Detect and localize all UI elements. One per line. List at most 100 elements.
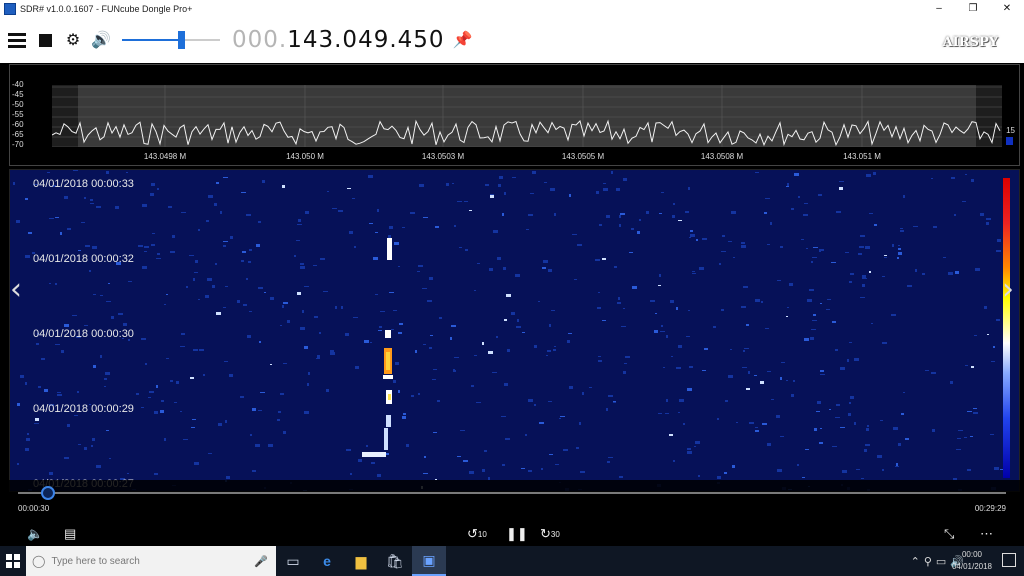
- waterfall-speckle: [847, 359, 849, 362]
- waterfall-speckle: [512, 177, 516, 178]
- waterfall-speckle: [687, 448, 691, 450]
- pause-icon[interactable]: ❚❚: [506, 526, 528, 542]
- stop-icon[interactable]: [34, 29, 56, 51]
- volume-thumb[interactable]: [178, 31, 186, 49]
- sdr-app-taskbar-icon[interactable]: ▣: [412, 546, 446, 576]
- waterfall-speckle: [663, 367, 665, 368]
- waterfall-speckle: [532, 171, 536, 174]
- waterfall-speckle: [57, 392, 61, 393]
- waterfall-speckle: [96, 465, 101, 468]
- waterfall-speckle: [471, 385, 474, 387]
- waterfall-speckle: [933, 226, 937, 228]
- waterfall-speckle: [579, 422, 581, 425]
- frequency-display[interactable]: 000.143.049.450: [232, 27, 445, 53]
- waterfall-speckle: [672, 215, 675, 218]
- waterfall-speckle: [543, 260, 548, 263]
- windows-start-icon[interactable]: [0, 546, 26, 576]
- pin-icon[interactable]: 📌: [453, 30, 473, 50]
- waterfall-speckle: [521, 468, 525, 469]
- waterfall-speckle: [686, 336, 690, 337]
- waterfall-speckle: [629, 252, 633, 253]
- waterfall-speckle: [57, 394, 62, 396]
- waterfall-speckle: [580, 471, 585, 473]
- waterfall-display[interactable]: 04/01/2018 00:00:33 04/01/2018 00:00:32 04…: [9, 169, 1020, 492]
- waterfall-speckle: [243, 304, 247, 306]
- exit-fullscreen-icon[interactable]: ⤡: [944, 526, 954, 542]
- waterfall-speckle: [484, 450, 487, 452]
- volume-fill: [122, 39, 183, 41]
- captions-icon[interactable]: ▤: [64, 526, 76, 542]
- waterfall-speckle: [996, 251, 1001, 252]
- waterfall-speckle: [160, 410, 164, 413]
- waterfall-speckle: [903, 195, 905, 198]
- waterfall-speckle: [218, 423, 222, 426]
- spectrum-analyzer[interactable]: -40 -45 -50 -55 -60 -65 -70 143.0498 M 143.050 …: [9, 64, 1020, 166]
- waterfall-speckle: [91, 445, 93, 447]
- spectrum-x-label: 143.0505 M: [561, 152, 605, 161]
- waterfall-speckle: [993, 346, 995, 348]
- next-arrow-icon[interactable]: ›: [1002, 272, 1014, 307]
- waterfall-speckle: [199, 349, 204, 351]
- waterfall-speckle: [984, 306, 987, 309]
- chevron-up-icon[interactable]: ⌃: [911, 555, 920, 568]
- waterfall-speckle: [676, 367, 681, 369]
- network-icon[interactable]: ⚲: [924, 555, 932, 568]
- waterfall-speckle: [320, 258, 325, 260]
- waterfall-speckle: [74, 415, 78, 416]
- waterfall-speckle: [832, 321, 836, 323]
- spectrum-x-label: 143.0498 M: [143, 152, 187, 161]
- waterfall-speckle: [427, 300, 432, 302]
- waterfall-speckle: [856, 469, 860, 470]
- waterfall-speckle: [181, 212, 186, 213]
- waterfall-speckle: [142, 204, 147, 207]
- maximize-button[interactable]: ❐: [956, 0, 990, 17]
- notifications-icon[interactable]: [1002, 553, 1016, 567]
- waterfall-speckle: [164, 438, 166, 441]
- edge-browser-icon[interactable]: e: [310, 546, 344, 576]
- waterfall-speckle: [827, 299, 831, 300]
- waterfall-speckle: [741, 245, 746, 248]
- waterfall-speckle: [451, 325, 456, 327]
- waterfall-speckle: [606, 408, 608, 411]
- waterfall-speckle: [891, 314, 896, 316]
- seek-thumb[interactable]: [40, 486, 55, 500]
- waterfall-speckle: [854, 358, 859, 361]
- waterfall-speckle: [237, 300, 240, 303]
- spectrum-plot[interactable]: [52, 85, 1002, 147]
- skip-back-button[interactable]: ↺ 10: [467, 526, 487, 542]
- waterfall-speckle: [777, 280, 781, 281]
- store-icon[interactable]: 🛍: [378, 546, 412, 576]
- more-options-icon[interactable]: ⋯: [980, 526, 993, 542]
- microphone-icon[interactable]: 🎤: [254, 555, 268, 568]
- taskbar-clock[interactable]: 00:00 04/01/2018: [952, 549, 992, 573]
- waterfall-speckle: [319, 332, 321, 334]
- waterfall-speckle: [608, 395, 613, 397]
- waterfall-speckle: [637, 231, 640, 234]
- waterfall-speckle: [991, 361, 995, 362]
- menu-icon[interactable]: [6, 29, 28, 51]
- waterfall-speckle: [931, 178, 933, 179]
- waterfall-speckle: [553, 349, 556, 351]
- skip-forward-button[interactable]: ↻ 30: [540, 526, 560, 542]
- seek-bar[interactable]: [18, 492, 1006, 494]
- battery-icon[interactable]: ▭: [936, 555, 946, 568]
- waterfall-speckle: [829, 409, 831, 410]
- waterfall-speckle: [118, 313, 123, 315]
- waterfall-speckle: [869, 271, 871, 273]
- taskbar-search-input[interactable]: ◯ Type here to search 🎤: [26, 546, 276, 576]
- waterfall-speckle: [250, 434, 252, 436]
- volume-slider[interactable]: [122, 29, 220, 51]
- minimize-button[interactable]: –: [922, 0, 956, 17]
- gear-icon[interactable]: ⚙: [62, 29, 84, 51]
- task-view-icon[interactable]: ▭: [276, 546, 310, 576]
- volume-button[interactable]: 🔈: [27, 526, 43, 542]
- waterfall-speckle: [90, 199, 93, 201]
- speaker-icon[interactable]: 🔊: [90, 29, 112, 51]
- waterfall-speckle: [602, 320, 606, 321]
- waterfall-speckle: [85, 245, 90, 247]
- waterfall-speckle: [892, 244, 894, 247]
- waterfall-speckle: [144, 251, 147, 252]
- close-button[interactable]: ✕: [990, 0, 1024, 17]
- file-explorer-icon[interactable]: ▆: [344, 546, 378, 576]
- previous-arrow-icon[interactable]: ‹: [10, 272, 22, 307]
